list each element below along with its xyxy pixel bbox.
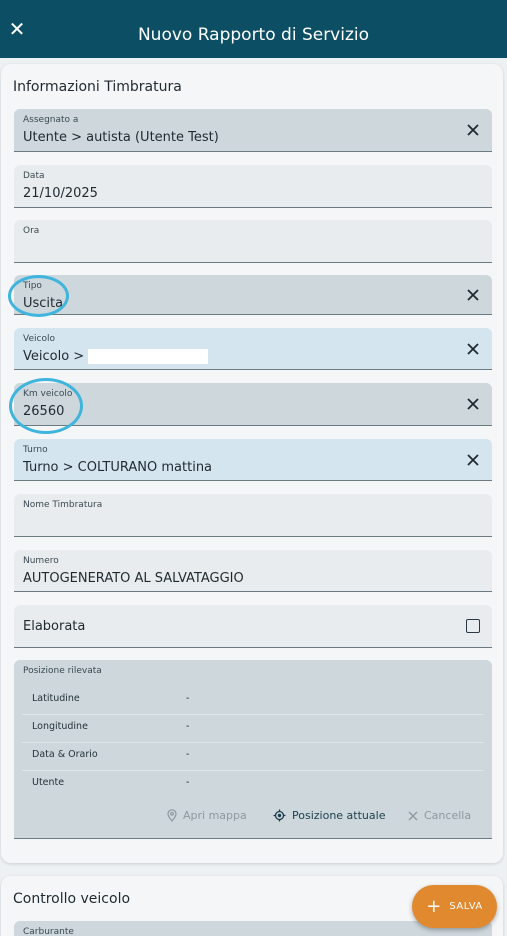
cancella-label: Cancella <box>424 809 472 822</box>
posizione-row: Longitudine - <box>22 715 484 743</box>
row-key: Data & Orario <box>32 749 98 760</box>
numero-field: Numero AUTOGENERATO AL SALVATAGGIO <box>14 550 492 592</box>
field-label: Veicolo <box>23 334 55 344</box>
clear-icon[interactable] <box>466 288 480 302</box>
posizione-row: Utente - <box>22 771 484 799</box>
posizione-attuale-button[interactable]: Posizione attuale <box>273 809 385 822</box>
tipo-field[interactable]: Tipo Uscita <box>14 275 492 315</box>
veicolo-field[interactable]: Veicolo Veicolo > <box>14 328 492 370</box>
field-label: Nome Timbratura <box>23 500 103 510</box>
row-value: - <box>186 721 190 732</box>
field-label: Km veicolo <box>23 389 73 399</box>
field-label: Turno <box>23 445 48 455</box>
salva-label: SALVA <box>449 901 483 912</box>
row-value: - <box>186 777 190 788</box>
ora-field[interactable]: Ora <box>14 220 492 263</box>
field-label: Ora <box>23 226 40 236</box>
section-title: Controllo veicolo <box>13 891 131 907</box>
field-value: Turno > COLTURANO mattina <box>23 460 213 475</box>
row-key: Utente <box>32 777 65 788</box>
elaborata-checkbox[interactable] <box>466 619 480 633</box>
nome-timbratura-field[interactable]: Nome Timbratura <box>14 494 492 537</box>
field-label: Data <box>23 171 45 181</box>
field-label: Numero <box>23 556 59 566</box>
posizione-panel: Posizione rilevata Latitudine - Longitud… <box>14 660 492 839</box>
field-value: 21/10/2025 <box>23 186 98 201</box>
clear-icon[interactable] <box>466 342 480 356</box>
clear-icon[interactable] <box>466 123 480 137</box>
map-pin-icon <box>167 809 177 822</box>
posizione-attuale-label: Posizione attuale <box>292 809 386 822</box>
posizione-row: Data & Orario - <box>22 743 484 771</box>
apri-mappa-label: Apri mappa <box>183 809 247 822</box>
field-value: Utente > autista (Utente Test) <box>23 130 219 145</box>
km-veicolo-field[interactable]: Km veicolo 26560 <box>14 383 492 426</box>
row-value: - <box>186 749 190 760</box>
field-label: Carburante <box>23 927 74 936</box>
section-title: Informazioni Timbratura <box>13 79 182 95</box>
field-value: Uscita <box>23 296 64 311</box>
app-header: ✕ Nuovo Rapporto di Servizio <box>0 0 507 58</box>
row-value: - <box>186 693 190 704</box>
clear-icon[interactable] <box>466 397 480 411</box>
elaborata-field[interactable]: Elaborata <box>14 605 492 648</box>
row-key: Longitudine <box>32 721 88 732</box>
page-title: Nuovo Rapporto di Servizio <box>137 25 370 45</box>
redacted-box <box>88 349 209 364</box>
field-label: Assegnato a <box>23 115 79 125</box>
clear-icon[interactable] <box>466 453 480 467</box>
apri-mappa-button[interactable]: Apri mappa <box>167 809 247 822</box>
field-label: Tipo <box>23 281 42 291</box>
assegnato-field[interactable]: Assegnato a Utente > autista (Utente Tes… <box>14 109 492 152</box>
field-value: AUTOGENERATO AL SALVATAGGIO <box>23 571 244 586</box>
cancella-button[interactable]: Cancella <box>408 809 471 822</box>
data-field[interactable]: Data 21/10/2025 <box>14 165 492 208</box>
row-key: Latitudine <box>32 693 80 704</box>
field-value: Veicolo > <box>23 349 209 364</box>
field-label: Elaborata <box>23 619 86 634</box>
location-target-icon <box>273 809 286 822</box>
close-icon <box>408 811 418 820</box>
plus-icon: + <box>426 895 442 917</box>
field-value: 26560 <box>23 404 65 419</box>
informazioni-card: Informazioni Timbratura Assegnato a Uten… <box>1 64 503 863</box>
field-label: Posizione rilevata <box>23 666 102 676</box>
posizione-row: Latitudine - <box>22 687 484 715</box>
posizione-table: Latitudine - Longitudine - Data & Orario… <box>22 687 484 799</box>
turno-field[interactable]: Turno Turno > COLTURANO mattina <box>14 439 492 481</box>
veicolo-value-text: Veicolo > <box>23 349 85 364</box>
salva-button[interactable]: + SALVA <box>412 885 497 928</box>
posizione-actions: Apri mappa Posizione attuale Cancella <box>14 809 492 829</box>
